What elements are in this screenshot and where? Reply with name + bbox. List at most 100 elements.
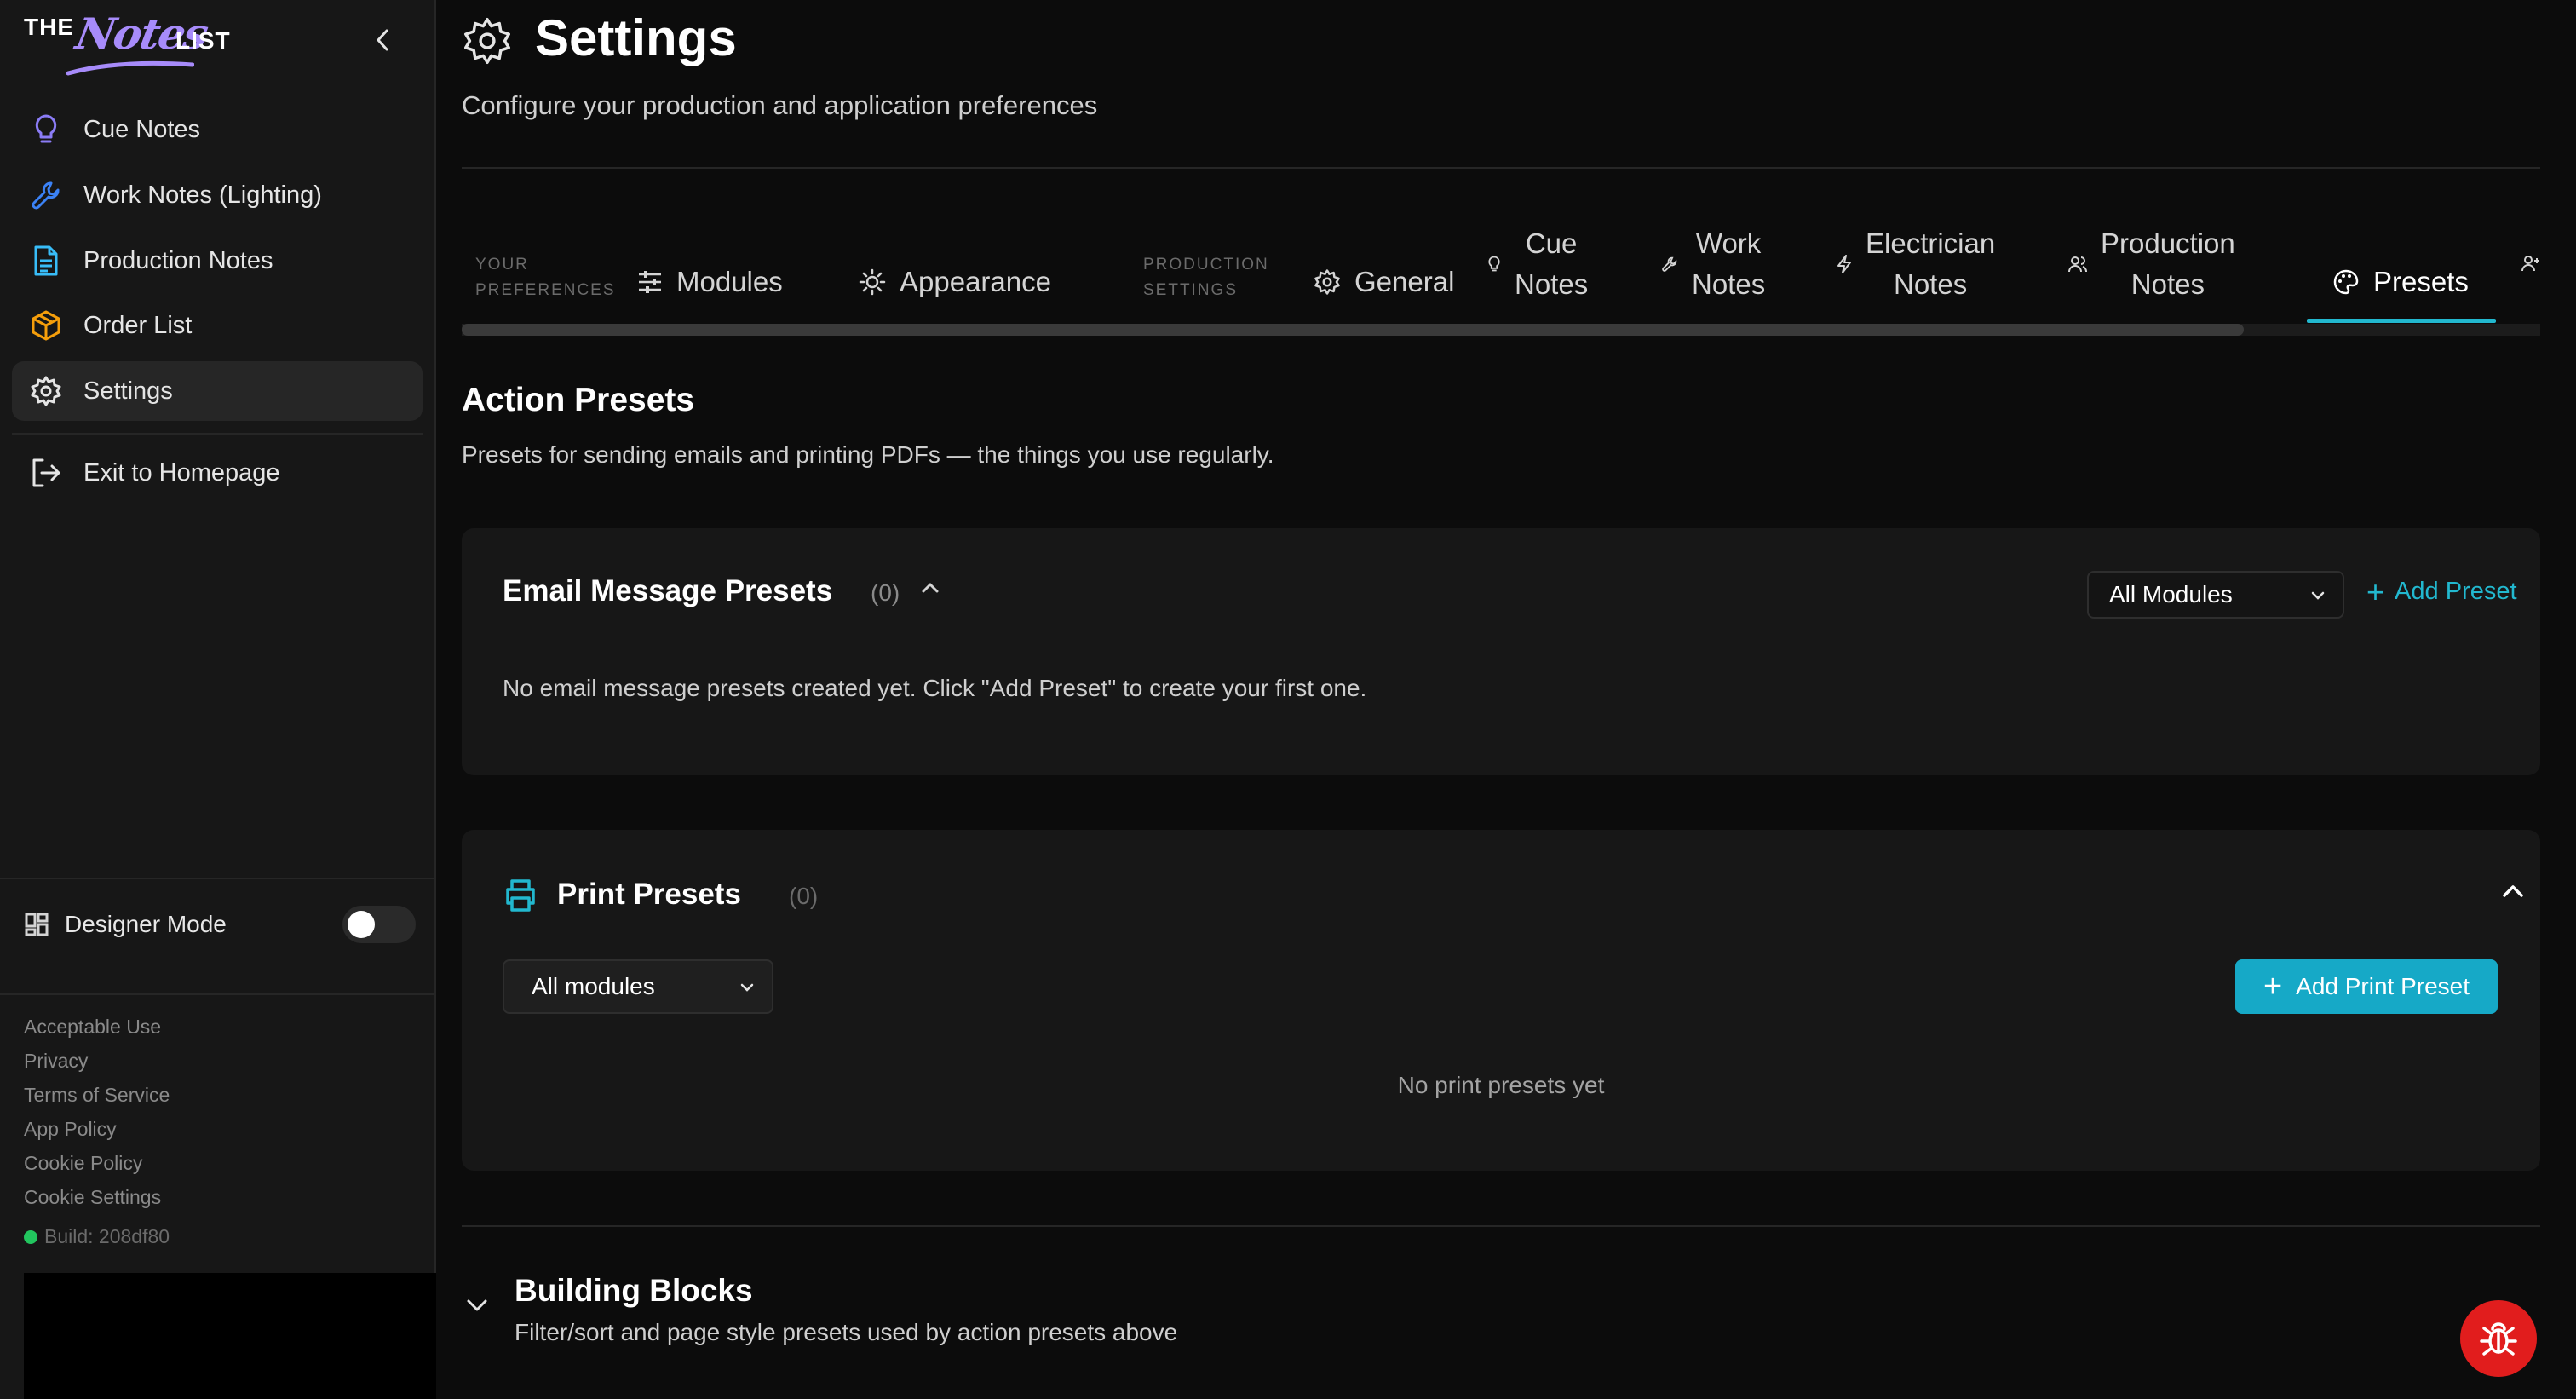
tab-presets[interactable]: Presets [2332,266,2469,298]
lightbulb-icon [29,112,63,147]
bug-icon [2480,1322,2517,1356]
user-plus-icon [2521,256,2539,272]
chevron-left-icon [377,29,388,51]
sidebar-divider [0,878,434,879]
section-description: Presets for sending emails and printing … [462,441,1274,468]
page-subtitle: Configure your production and applicatio… [462,90,1098,120]
sidebar-item-production-notes[interactable]: Production Notes [12,231,423,291]
footer-link-app-policy[interactable]: App Policy [24,1118,117,1141]
sidebar: THE Notes LIST Cue Notes Work Notes (Lig… [0,0,436,1399]
active-tab-indicator [2307,319,2496,323]
section-divider [462,1225,2540,1227]
wrench-icon [29,178,63,212]
tab-group-production-settings: PRODUCTION SETTINGS [1143,256,1269,299]
document-icon [29,244,63,278]
footer-link-acceptable-use[interactable]: Acceptable Use [24,1016,161,1039]
add-print-preset-button[interactable]: + Add Print Preset [2235,959,2498,1014]
report-bug-button[interactable] [2460,1300,2537,1377]
footer-link-cookie-settings[interactable]: Cookie Settings [24,1186,161,1209]
logo-the: THE [24,14,74,40]
select-value: All modules [532,973,655,999]
designer-mode-row: Designer Mode [24,903,416,946]
sidebar-divider [0,993,434,995]
sidebar-item-label: Cue Notes [83,115,201,143]
tab-scrollbar-thumb[interactable] [462,324,2244,336]
sliders-icon [637,270,663,294]
logout-icon [29,456,63,490]
logo-list: LIST [175,27,231,54]
sidebar-item-label: Production Notes [83,246,273,274]
sidebar-item-cue-notes[interactable]: Cue Notes [12,100,423,159]
sidebar-item-order-list[interactable]: Order List [12,296,423,355]
toggle-knob [348,911,375,938]
sidebar-item-label: Exit to Homepage [83,458,280,486]
sidebar-item-exit-homepage[interactable]: Exit to Homepage [12,443,423,503]
chevron-up-icon[interactable] [920,581,940,595]
sidebar-item-work-notes[interactable]: Work Notes (Lighting) [12,165,423,225]
add-print-preset-label: Add Print Preset [2296,973,2470,999]
print-module-filter-select[interactable]: All modules [503,959,773,1014]
settings-tab-bar: YOUR PREFERENCES Modules Appearance PRODU… [462,204,2540,336]
box-icon [29,308,63,343]
tab-modules[interactable]: Modules [637,266,783,298]
build-status: Build: 208df80 [24,1225,170,1248]
email-presets-card: Email Message Presets (0) All Modules + … [462,528,2540,775]
main-content: Settings Configure your production and a… [436,0,2576,1399]
gear-icon [464,18,510,65]
section-title: Action Presets [462,382,695,418]
print-presets-count: (0) [789,883,819,909]
footer-link-cookie-policy[interactable]: Cookie Policy [24,1152,142,1175]
print-presets-title: Print Presets [557,878,741,911]
tab-electrician-notes[interactable]: Electrician Notes [1837,223,1995,305]
lightbulb-icon [1487,255,1501,273]
sidebar-footer-area [24,1273,436,1399]
collapse-sidebar-button[interactable] [366,24,399,56]
designer-mode-label: Designer Mode [65,911,227,937]
tab-general[interactable]: General [1314,266,1454,298]
sidebar-item-settings[interactable]: Settings [12,361,423,421]
tab-label: Modules [676,266,783,297]
footer-link-terms[interactable]: Terms of Service [24,1084,170,1107]
chevron-down-icon[interactable] [465,1297,489,1314]
add-preset-button[interactable]: + Add Preset [2366,573,2517,609]
chevron-down-icon [740,983,754,992]
building-blocks-description: Filter/sort and page style presets used … [515,1319,1178,1345]
plus-icon: + [2263,969,2283,1005]
sun-icon [859,268,886,296]
sidebar-divider [12,433,423,435]
app-logo[interactable]: THE Notes LIST [24,9,296,76]
build-label: Build: 208df80 [44,1225,170,1247]
tab-production-notes[interactable]: Production Notes [2068,223,2235,305]
email-presets-title: Email Message Presets [503,574,833,607]
select-value: All Modules [2109,581,2233,607]
tab-appearance[interactable]: Appearance [859,266,1051,298]
email-presets-empty-state: No email message presets created yet. Cl… [503,675,1367,701]
sidebar-item-label: Order List [83,311,193,339]
tab-users-overflow[interactable] [2521,254,2540,277]
email-presets-count: (0) [871,579,900,606]
tab-cue-notes[interactable]: Cue Notes [1487,223,1588,305]
print-presets-card: Print Presets (0) All modules + Add Prin… [462,830,2540,1171]
plus-icon: + [2366,573,2385,609]
footer-link-privacy[interactable]: Privacy [24,1050,88,1073]
logo-swoosh [66,60,194,76]
email-module-filter-select[interactable]: All Modules [2087,571,2344,619]
chevron-up-icon[interactable] [2501,883,2525,900]
gear-icon [29,374,63,408]
building-blocks-title[interactable]: Building Blocks [515,1273,753,1309]
header-divider [462,167,2540,169]
page-title: Settings [535,9,737,66]
sidebar-item-label: Settings [83,377,173,405]
palette-icon [2332,268,2360,296]
print-presets-empty-state: No print presets yet [1397,1072,1605,1098]
status-dot [24,1229,37,1244]
users-icon [2068,256,2087,273]
designer-mode-toggle[interactable] [342,906,416,943]
printer-icon [506,879,535,912]
wrench-icon [1661,256,1678,273]
lightning-icon [1837,255,1852,273]
tab-label: Presets [2373,266,2469,297]
tab-work-notes[interactable]: Work Notes [1661,223,1765,305]
sidebar-item-label: Work Notes (Lighting) [83,181,322,209]
chevron-down-icon [2311,591,2325,600]
